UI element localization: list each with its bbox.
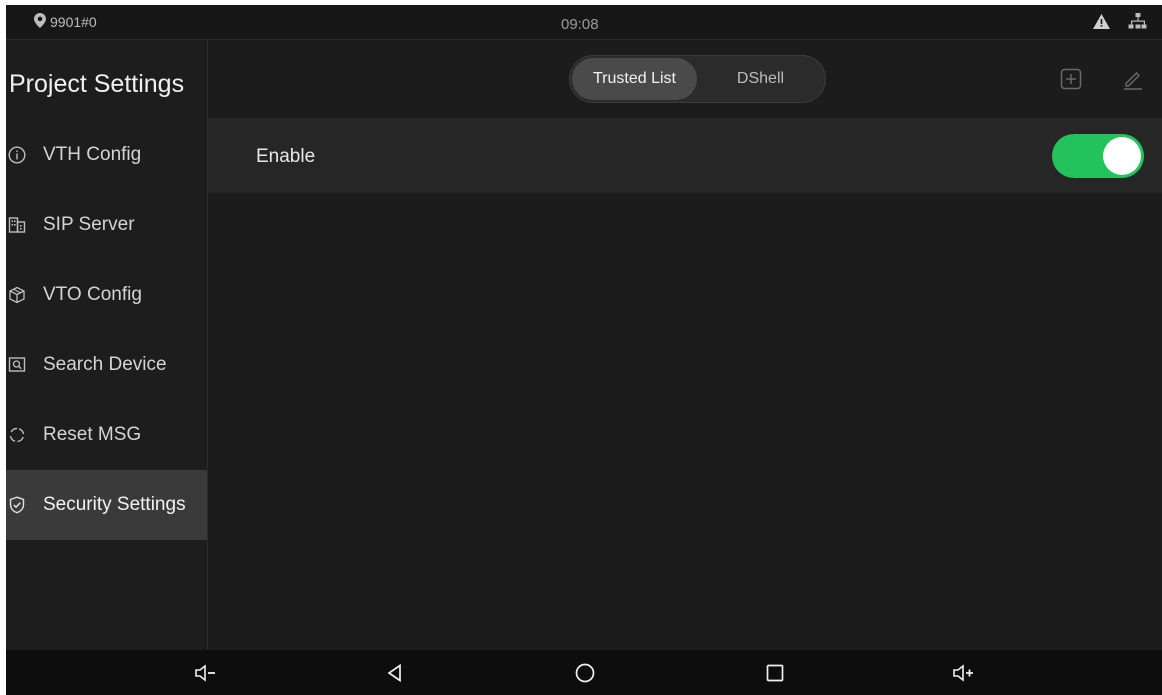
sidebar-item-label: Security Settings xyxy=(43,494,186,515)
enable-row: Enable xyxy=(208,118,1162,193)
warning-icon xyxy=(1093,14,1110,34)
edit-icon[interactable] xyxy=(1122,68,1144,95)
status-bar: 9901#0 09:08 xyxy=(6,5,1162,40)
add-icon[interactable] xyxy=(1060,68,1082,95)
home-icon[interactable] xyxy=(572,661,598,685)
navigation-bar xyxy=(6,650,1162,695)
sidebar-item-reset-msg[interactable]: Reset MSG xyxy=(6,400,207,470)
reset-icon xyxy=(7,425,27,445)
device-screen: 9901#0 09:08 Project Settings VTH Config… xyxy=(6,5,1162,695)
status-location: 9901#0 xyxy=(34,13,97,31)
shield-check-icon xyxy=(7,495,27,515)
sidebar-item-search-device[interactable]: Search Device xyxy=(6,330,207,400)
sidebar-item-security-settings[interactable]: Security Settings xyxy=(6,470,207,540)
location-text: 9901#0 xyxy=(50,14,97,30)
tab-trusted-list[interactable]: Trusted List xyxy=(572,58,697,100)
volume-up-icon[interactable] xyxy=(951,661,977,685)
back-icon[interactable] xyxy=(382,661,408,685)
location-pin-icon xyxy=(34,13,46,31)
page-title: Project Settings xyxy=(9,70,185,98)
search-device-icon xyxy=(7,355,27,375)
tab-switcher: Trusted List DShell xyxy=(569,55,826,103)
info-icon xyxy=(7,145,27,165)
sidebar-item-label: VTO Config xyxy=(43,284,142,305)
enable-toggle[interactable] xyxy=(1052,134,1144,178)
recents-icon[interactable] xyxy=(762,661,788,685)
status-time: 09:08 xyxy=(561,16,599,33)
sidebar-item-label: VTH Config xyxy=(43,144,142,165)
enable-label: Enable xyxy=(256,146,316,167)
sidebar-item-label: Search Device xyxy=(43,354,167,375)
sidebar: Project Settings VTH Config SIP Server V… xyxy=(6,40,208,651)
toggle-knob xyxy=(1103,137,1141,175)
sidebar-item-label: Reset MSG xyxy=(43,424,142,445)
cube-icon xyxy=(7,285,27,305)
sidebar-item-label: SIP Server xyxy=(43,214,135,235)
network-icon xyxy=(1128,13,1148,35)
sidebar-item-vth-config[interactable]: VTH Config xyxy=(6,120,207,190)
status-icons xyxy=(1093,13,1148,35)
tab-dshell[interactable]: DShell xyxy=(698,58,823,100)
volume-down-icon[interactable] xyxy=(193,661,219,685)
building-icon xyxy=(7,215,27,235)
sidebar-item-sip-server[interactable]: SIP Server xyxy=(6,190,207,260)
sidebar-item-vto-config[interactable]: VTO Config xyxy=(6,260,207,330)
top-actions xyxy=(1060,68,1144,95)
